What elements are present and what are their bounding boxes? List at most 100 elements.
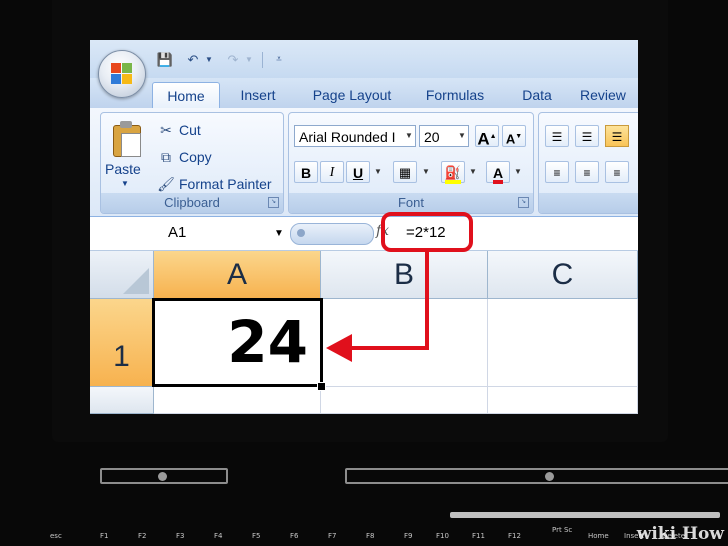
tab-insert[interactable]: Insert — [228, 82, 288, 108]
borders-icon: ▦ — [398, 165, 412, 180]
underline-dropdown-icon[interactable]: ▼ — [371, 162, 385, 182]
bold-button[interactable]: B — [294, 161, 318, 183]
save-icon[interactable]: 💾 — [156, 52, 174, 68]
wikihow-watermark: wiki How — [636, 524, 724, 544]
quick-access-toolbar: 💾 ↶ ▼ ↷ ▼ ⩡ — [90, 40, 638, 78]
format-painter-button[interactable]: 🖌 Format Painter — [157, 173, 271, 195]
fill-color-button[interactable]: ⛽ — [441, 161, 465, 184]
cut-label: Cut — [179, 122, 201, 138]
grow-font-button[interactable]: A▲ — [475, 125, 499, 149]
font-dialog-launcher-icon[interactable]: ↘ — [518, 197, 529, 208]
font-color-icon: A — [492, 166, 504, 184]
shrink-font-button[interactable]: A▼ — [502, 125, 526, 147]
key-f10: F10 — [436, 532, 449, 540]
tab-review[interactable]: Review — [580, 82, 638, 108]
row-header-1[interactable]: 1 — [90, 299, 154, 387]
font-size-value: 20 — [424, 129, 440, 145]
copy-button[interactable]: ⧉ Copy — [157, 146, 212, 168]
align-right-button[interactable]: ≡ — [605, 161, 629, 183]
font-name-combo[interactable]: Arial Rounded I — [294, 125, 416, 147]
clipboard-group-label: Clipboard — [101, 193, 283, 213]
ribbon-home: Paste ▼ ✂ Cut ⧉ Copy 🖌 Format Painter Clipb… — [90, 108, 638, 217]
key-home: Home — [588, 532, 609, 540]
borders-button[interactable]: ▦ — [393, 161, 417, 183]
key-f9: F9 — [404, 532, 413, 540]
paste-button[interactable]: Paste ▼ — [101, 113, 149, 193]
cell-c2[interactable] — [488, 387, 638, 414]
alignment-group: ☰ ☰ ☰ ≡ ≡ ≡ — [538, 112, 638, 214]
align-left-icon: ≡ — [553, 166, 561, 180]
font-size-dropdown-icon[interactable]: ▼ — [455, 126, 469, 146]
paint-bucket-icon: ⛽ — [444, 165, 462, 184]
font-color-dropdown-icon[interactable]: ▼ — [511, 162, 525, 182]
worksheet-grid: A B C 1 24 — [90, 251, 638, 414]
font-name-value: Arial Rounded I — [299, 129, 396, 145]
cell-a1-value: 24 — [227, 308, 308, 376]
paste-dropdown-icon: ▼ — [121, 179, 129, 188]
alignment-group-label — [539, 193, 638, 213]
key-f3: F3 — [176, 532, 185, 540]
cell-a1[interactable]: 24 — [152, 298, 323, 387]
keyboard-row: esc F1 F2 F3 F4 F5 F6 F7 F8 F9 F10 F11 F… — [0, 526, 728, 546]
fill-color-dropdown-icon[interactable]: ▼ — [466, 162, 480, 182]
paste-icon — [111, 121, 141, 157]
paste-label: Paste — [105, 161, 141, 177]
font-color-button[interactable]: A — [486, 161, 510, 184]
column-header-b[interactable]: B — [321, 251, 488, 299]
column-header-a[interactable]: A — [154, 251, 321, 299]
font-group-label: Font — [289, 193, 533, 213]
excel-window: 💾 ↶ ▼ ↷ ▼ ⩡ Home Insert Page Layout Form… — [90, 40, 638, 414]
formula-highlight-box — [381, 212, 473, 252]
align-center-icon: ≡ — [583, 166, 591, 180]
font-name-dropdown-icon[interactable]: ▼ — [402, 126, 416, 146]
cell-a2[interactable] — [154, 387, 321, 414]
select-all-corner[interactable] — [90, 251, 154, 299]
resizer-knob-icon — [297, 229, 305, 237]
row-header-2[interactable] — [90, 387, 154, 414]
align-bottom-button[interactable]: ☰ — [605, 125, 629, 147]
copy-label: Copy — [179, 149, 212, 165]
underline-button[interactable]: U — [346, 161, 370, 183]
key-f7: F7 — [328, 532, 337, 540]
scissors-icon: ✂ — [160, 122, 172, 138]
customize-toolbar-icon[interactable]: ⩡ — [270, 52, 288, 68]
tab-data[interactable]: Data — [512, 82, 562, 108]
formula-bar-resizer[interactable] — [290, 223, 374, 245]
office-button[interactable] — [98, 50, 146, 98]
copy-icon: ⧉ — [161, 149, 171, 165]
align-top-button[interactable]: ☰ — [545, 125, 569, 147]
tab-home[interactable]: Home — [152, 82, 220, 109]
paintbrush-icon: 🖌 — [157, 176, 175, 192]
font-group: Arial Rounded I ▼ 20 ▼ A▲ A▼ B I U ▼ ▦ ▼ — [288, 112, 534, 214]
column-header-c[interactable]: C — [488, 251, 638, 299]
grow-font-icon: A — [477, 129, 490, 149]
align-center-button[interactable]: ≡ — [575, 161, 599, 183]
cut-button[interactable]: ✂ Cut — [157, 119, 201, 141]
align-middle-button[interactable]: ☰ — [575, 125, 599, 147]
tab-formulas[interactable]: Formulas — [416, 82, 494, 108]
clipboard-group: Paste ▼ ✂ Cut ⧉ Copy 🖌 Format Painter Clipb… — [100, 112, 284, 214]
undo-dropdown-icon[interactable]: ▼ — [200, 52, 218, 68]
borders-dropdown-icon[interactable]: ▼ — [419, 162, 433, 182]
cell-b2[interactable] — [321, 387, 488, 414]
key-f4: F4 — [214, 532, 223, 540]
italic-button[interactable]: I — [320, 161, 344, 183]
cell-c1[interactable] — [488, 299, 638, 387]
align-bottom-icon: ☰ — [611, 130, 623, 144]
key-f1: F1 — [100, 532, 109, 540]
align-left-button[interactable]: ≡ — [545, 161, 569, 183]
hinge-left — [100, 468, 228, 484]
name-box-dropdown-icon[interactable]: ▼ — [274, 228, 284, 239]
redo-dropdown-icon[interactable]: ▼ — [240, 52, 258, 68]
laptop-frame: 💾 ↶ ▼ ↷ ▼ ⩡ Home Insert Page Layout Form… — [0, 0, 728, 546]
cell-b1[interactable] — [321, 299, 488, 387]
tab-page-layout[interactable]: Page Layout — [304, 82, 400, 108]
clipboard-dialog-launcher-icon[interactable]: ↘ — [268, 197, 279, 208]
align-top-icon: ☰ — [551, 130, 563, 144]
key-f12: F12 — [508, 532, 521, 540]
key-f6: F6 — [290, 532, 299, 540]
toolbar-separator — [262, 52, 263, 68]
fill-handle[interactable] — [317, 382, 326, 391]
shrink-font-icon: A — [505, 131, 516, 147]
name-box[interactable]: A1 — [94, 222, 288, 244]
